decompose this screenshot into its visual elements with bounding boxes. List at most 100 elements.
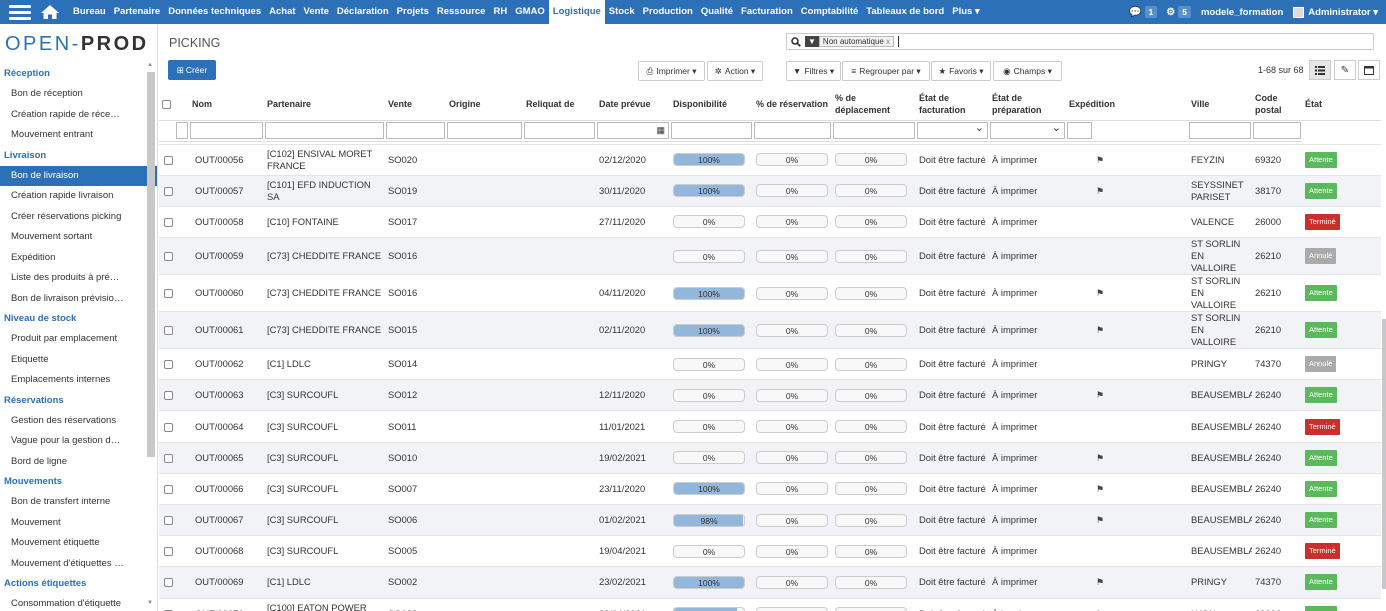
- column-header[interactable]: Disponibilité: [670, 88, 753, 121]
- sidebar-item[interactable]: Bon de livraison: [0, 165, 157, 186]
- row-select-cell[interactable]: [159, 566, 189, 599]
- table-row[interactable]: 0OUT/00062[C1] LDLCSO014 0% 0% 0% Doit être …: [159, 348, 1381, 380]
- menu-item[interactable]: Qualité: [697, 0, 737, 24]
- calendar-icon[interactable]: ▦: [656, 125, 665, 136]
- row-checkbox[interactable]: [164, 186, 173, 196]
- column-filter-input[interactable]: [447, 122, 522, 139]
- row-checkbox[interactable]: [164, 155, 173, 165]
- column-filter-input[interactable]: [190, 122, 263, 139]
- action-button[interactable]: ✲ Action ▾: [707, 61, 763, 81]
- column-filter-input[interactable]: [265, 122, 384, 139]
- table-row[interactable]: 0OUT/00059[C73] CHEDDITE FRANCESO016 0% 0%…: [159, 237, 1381, 275]
- row-select-cell[interactable]: [159, 348, 189, 380]
- activities-count-badge[interactable]: 5: [1178, 6, 1191, 18]
- table-row[interactable]: 0OUT/00061[C73] CHEDDITE FRANCESO015 02/1…: [159, 311, 1381, 349]
- sidebar-section-title[interactable]: Mouvements: [0, 472, 157, 492]
- column-header[interactable]: Date prévue: [596, 88, 670, 121]
- row-select-cell[interactable]: [159, 174, 189, 207]
- row-select-cell[interactable]: [159, 472, 189, 505]
- table-row[interactable]: 4OUT/00067[C3] SURCOUFLSO006 01/02/2021 98…: [159, 503, 1381, 536]
- menu-item[interactable]: RH: [489, 0, 511, 24]
- menu-item[interactable]: GMAO: [511, 0, 549, 24]
- table-row[interactable]: 0OUT/00065[C3] SURCOUFLSO010 19/02/2021 0%…: [159, 441, 1381, 474]
- menu-item[interactable]: Achat: [265, 0, 299, 24]
- menu-item[interactable]: Vente: [300, 0, 333, 24]
- sidebar-item[interactable]: Produit par emplacement: [0, 329, 157, 350]
- hamburger-menu-icon[interactable]: [9, 0, 31, 24]
- menu-item[interactable]: Déclaration: [333, 0, 393, 24]
- row-select-cell[interactable]: [159, 503, 189, 536]
- sidebar-section-title[interactable]: Actions étiquettes: [0, 574, 157, 594]
- row-checkbox[interactable]: [164, 547, 173, 557]
- column-filter-input[interactable]: [671, 122, 752, 139]
- row-checkbox[interactable]: [164, 484, 173, 494]
- column-filter-select[interactable]: [917, 121, 988, 139]
- column-header[interactable]: État: [1302, 88, 1381, 121]
- sidebar-scrollbar[interactable]: ▲ ▼: [147, 62, 155, 606]
- menu-item[interactable]: Plus ▾: [948, 0, 983, 24]
- table-row[interactable]: 0OUT/00056[C102] ENSIVAL MORET FRANCESO0…: [159, 143, 1381, 176]
- column-filter-select[interactable]: [990, 121, 1065, 139]
- group-by-button[interactable]: ≡ Regrouper par ▾: [842, 61, 930, 81]
- row-select-cell[interactable]: [159, 237, 189, 275]
- row-select-cell[interactable]: [159, 274, 189, 312]
- menu-item[interactable]: Production: [639, 0, 697, 24]
- sidebar-item[interactable]: Création rapide livraison: [0, 186, 157, 207]
- calendar-view-button[interactable]: [1358, 60, 1380, 80]
- filters-button[interactable]: ▼ Filtres ▾: [786, 61, 841, 81]
- sidebar-item[interactable]: Création rapide de réce…: [0, 105, 157, 126]
- table-row[interactable]: 0OUT/00066[C3] SURCOUFLSO007 23/11/2020 10…: [159, 472, 1381, 505]
- list-view-button[interactable]: [1309, 60, 1331, 80]
- column-header[interactable]: État de préparation: [989, 88, 1066, 121]
- row-checkbox[interactable]: [164, 453, 173, 463]
- menu-item[interactable]: Partenaire: [110, 0, 164, 24]
- row-select-cell[interactable]: [159, 410, 189, 443]
- facet-remove-icon[interactable]: x: [886, 37, 890, 46]
- sidebar-item[interactable]: Consommation d'étiquette: [0, 594, 157, 611]
- column-header[interactable]: Code postal: [1252, 88, 1302, 121]
- table-row[interactable]: 0OUT/00063[C3] SURCOUFLSO012 12/11/2020 0%…: [159, 379, 1381, 411]
- table-row[interactable]: 0OUT/00068[C3] SURCOUFLSO005 19/04/2021 0%…: [159, 535, 1381, 567]
- sidebar-item[interactable]: Expédition: [0, 248, 157, 269]
- sidebar-item[interactable]: Bord de ligne: [0, 452, 157, 473]
- row-checkbox[interactable]: [164, 289, 173, 299]
- column-filter-input[interactable]: [1189, 122, 1251, 139]
- row-select-cell[interactable]: [159, 311, 189, 349]
- column-filter-input[interactable]: [754, 122, 831, 139]
- column-filter-input[interactable]: [1253, 122, 1301, 139]
- column-filter-input[interactable]: [833, 122, 915, 139]
- table-row[interactable]: 4OUT/00076[C100] EATON POWER QUALITY SAS…: [159, 597, 1381, 611]
- sidebar-item[interactable]: Créer réservations picking: [0, 207, 157, 228]
- menu-item[interactable]: Logistique: [548, 0, 605, 24]
- menu-item[interactable]: Facturation: [737, 0, 797, 24]
- table-row[interactable]: 0OUT/00060[C73] CHEDDITE FRANCESO016 04/1…: [159, 274, 1381, 312]
- activities-icon[interactable]: ⚙: [1166, 7, 1175, 18]
- column-header[interactable]: Expédition: [1066, 88, 1115, 121]
- table-row[interactable]: 0OUT/00064[C3] SURCOUFLSO011 11/01/2021 0%…: [159, 410, 1381, 443]
- row-checkbox[interactable]: [164, 391, 173, 401]
- pager[interactable]: 1-68 sur 68: [1258, 64, 1304, 76]
- sidebar-item[interactable]: Mouvement d'étiquettes …: [0, 554, 157, 575]
- sidebar-item[interactable]: Mouvement entrant: [0, 125, 157, 146]
- menu-item[interactable]: Stock: [605, 0, 639, 24]
- sidebar-scroll-thumb[interactable]: [147, 72, 155, 457]
- select-all-cell[interactable]: [159, 88, 189, 121]
- column-header[interactable]: Ville: [1188, 88, 1252, 121]
- row-checkbox[interactable]: [164, 578, 173, 588]
- sidebar-item[interactable]: Mouvement étiquette: [0, 533, 157, 554]
- row-checkbox[interactable]: [164, 217, 173, 227]
- table-row[interactable]: 0OUT/00057[C101] EFD INDUCTION SASO019 30…: [159, 174, 1381, 207]
- sidebar-item[interactable]: Bon de livraison prévisio…: [0, 289, 157, 310]
- sidebar-item[interactable]: Mouvement: [0, 513, 157, 534]
- column-header[interactable]: État de facturation: [916, 88, 989, 121]
- column-header[interactable]: Nom: [189, 88, 264, 121]
- menu-item[interactable]: Comptabilité: [797, 0, 863, 24]
- table-row[interactable]: 0OUT/00058[C10] FONTAINESO017 27/11/2020 0…: [159, 205, 1381, 238]
- column-header[interactable]: Reliquat de: [523, 88, 596, 121]
- column-header[interactable]: % de déplacement: [832, 88, 916, 121]
- sidebar-section-title[interactable]: Réservations: [0, 391, 157, 411]
- home-icon[interactable]: [40, 0, 62, 24]
- sidebar-section-title[interactable]: Réception: [0, 64, 157, 84]
- row-select-cell[interactable]: [159, 205, 189, 238]
- column-header[interactable]: % de réservation: [753, 88, 832, 121]
